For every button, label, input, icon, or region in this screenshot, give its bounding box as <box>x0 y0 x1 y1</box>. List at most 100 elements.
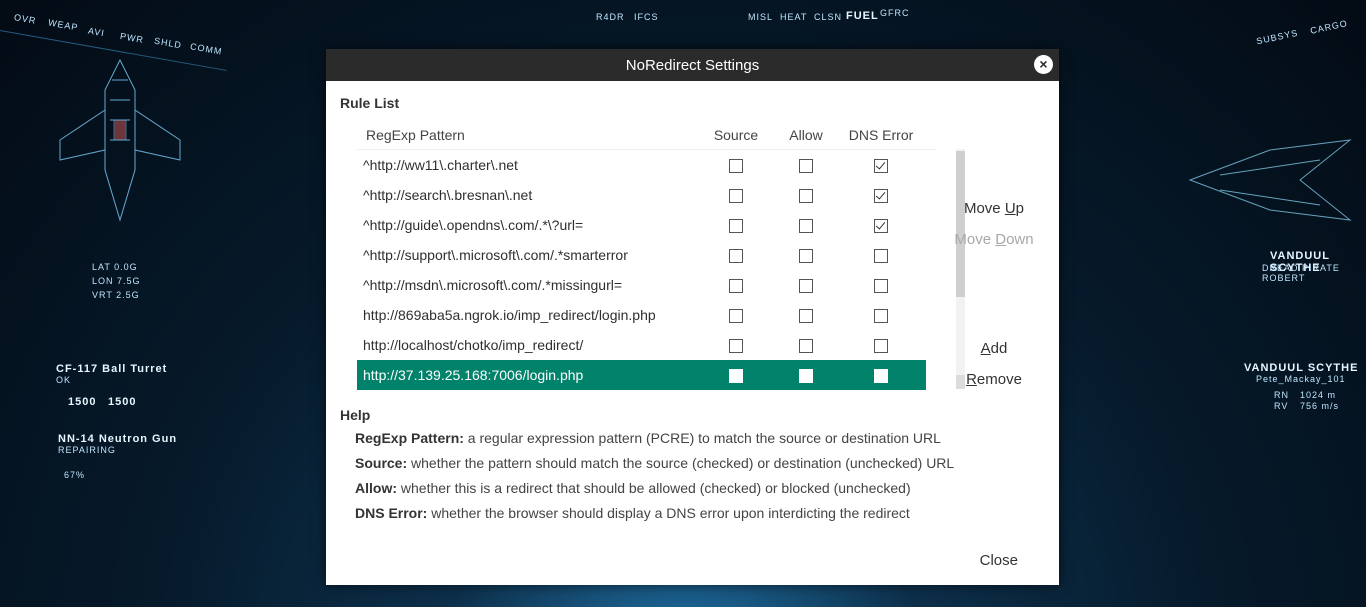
source-checkbox-cell <box>701 337 771 354</box>
allow-checkbox[interactable] <box>799 249 813 264</box>
allow-checkbox[interactable] <box>799 189 813 204</box>
hud-tab: HEAT <box>780 12 808 22</box>
allow-checkbox[interactable] <box>799 369 813 384</box>
column-header-allow[interactable]: Allow <box>771 127 841 143</box>
source-checkbox[interactable] <box>729 189 743 204</box>
close-icon[interactable]: × <box>1034 55 1053 74</box>
source-checkbox[interactable] <box>729 159 743 174</box>
dns-error-checkbox-cell <box>841 277 921 294</box>
move-up-button[interactable]: Move Up <box>939 200 1049 217</box>
hud-weapon-name: NN-14 Neutron Gun <box>58 433 178 445</box>
hud-tab: MISL <box>748 12 774 22</box>
help-line-dns: DNS Error: whether the browser should di… <box>355 505 910 521</box>
help-term: Source: <box>355 455 408 471</box>
rule-pattern: ^http://support\.microsoft\.com/.*smarte… <box>363 247 628 263</box>
hud-readout: LON 7.5G <box>92 276 141 286</box>
allow-checkbox-cell <box>771 277 841 294</box>
source-checkbox[interactable] <box>729 279 743 294</box>
hud-ammo: 1500 <box>68 396 97 408</box>
table-row[interactable]: http://37.139.25.168:7006/login.php <box>357 360 926 390</box>
hud-percentage: 67% <box>64 470 86 480</box>
hud-tab: SUBSYS <box>1255 27 1300 47</box>
hud-readout: LAT 0.0G <box>92 262 138 272</box>
help-line-allow: Allow: whether this is a redirect that s… <box>355 480 911 496</box>
dns-error-checkbox[interactable] <box>874 309 888 324</box>
allow-checkbox-cell <box>771 157 841 174</box>
allow-checkbox-cell <box>771 307 841 324</box>
hud-label: RV <box>1274 401 1289 411</box>
dns-error-checkbox[interactable] <box>874 279 888 294</box>
allow-checkbox-cell <box>771 367 841 384</box>
remove-mnemonic: R <box>966 371 977 388</box>
allow-checkbox-cell <box>771 247 841 264</box>
allow-checkbox[interactable] <box>799 309 813 324</box>
table-row[interactable]: http://localhost/chotko/imp_redirect/ <box>357 330 926 360</box>
hud-label: RN <box>1274 390 1289 400</box>
table-row[interactable]: ^http://ww11\.charter\.net <box>357 150 926 180</box>
dns-error-checkbox[interactable] <box>874 249 888 264</box>
rule-pattern: ^http://search\.bresnan\.net <box>363 187 533 203</box>
allow-checkbox[interactable] <box>799 279 813 294</box>
source-checkbox[interactable] <box>729 369 743 384</box>
hud-weapon-status: REPAIRING <box>58 445 116 455</box>
add-mnemonic: A <box>980 340 991 357</box>
hud-tab: R4DR <box>596 12 625 22</box>
dialog-title: NoRedirect Settings <box>625 56 760 74</box>
hud-tab: AVI <box>87 25 106 39</box>
dns-error-checkbox[interactable] <box>874 189 888 204</box>
rule-pattern: ^http://msdn\.microsoft\.com/.*missingur… <box>363 277 623 293</box>
add-button[interactable]: Add <box>939 340 1049 357</box>
help-line-source: Source: whether the pattern should match… <box>355 455 954 471</box>
table-row[interactable]: ^http://guide\.opendns\.com/.*\?url= <box>357 210 926 240</box>
hud-readout: VRT 2.5G <box>92 290 140 300</box>
dns-error-checkbox[interactable] <box>874 369 888 384</box>
help-desc: whether the browser should display a DNS… <box>427 505 910 521</box>
column-header-source[interactable]: Source <box>701 127 771 143</box>
hud-value: 1024 m <box>1300 390 1337 400</box>
help-desc: whether the pattern should match the sou… <box>407 455 955 471</box>
allow-checkbox[interactable] <box>799 219 813 234</box>
move-down-button[interactable]: Move Down <box>939 231 1049 248</box>
help-desc: a regular expression pattern (PCRE) to m… <box>463 430 941 446</box>
help-term: DNS Error: <box>355 505 428 521</box>
hud-weapon-status: OK <box>56 375 72 385</box>
table-header: RegExp Pattern Source Allow DNS Error <box>357 121 937 150</box>
ship-wireframe-icon <box>59 58 181 222</box>
remove-button[interactable]: Remove <box>939 371 1049 388</box>
dns-error-checkbox-cell <box>841 307 921 324</box>
table-row[interactable]: ^http://msdn\.microsoft\.com/.*missingur… <box>357 270 926 300</box>
table-row[interactable]: ^http://search\.bresnan\.net <box>357 180 926 210</box>
dialog-titlebar[interactable]: NoRedirect Settings × <box>326 49 1059 81</box>
scrollbar-thumb[interactable] <box>956 151 965 297</box>
help-line-pattern: RegExp Pattern: a regular expression pat… <box>355 430 941 446</box>
source-checkbox[interactable] <box>729 339 743 354</box>
source-checkbox-cell <box>701 247 771 264</box>
source-checkbox-cell <box>701 367 771 384</box>
spaceship-icon <box>1188 139 1352 221</box>
allow-checkbox[interactable] <box>799 159 813 174</box>
dns-error-checkbox[interactable] <box>874 159 888 174</box>
source-checkbox[interactable] <box>729 249 743 264</box>
dns-error-checkbox[interactable] <box>874 219 888 234</box>
table-row[interactable]: ^http://support\.microsoft\.com/.*smarte… <box>357 240 926 270</box>
source-checkbox-cell <box>701 307 771 324</box>
close-button[interactable]: Close <box>980 552 1018 569</box>
dns-error-checkbox[interactable] <box>874 339 888 354</box>
source-checkbox[interactable] <box>729 309 743 324</box>
source-checkbox[interactable] <box>729 219 743 234</box>
help-desc: whether this is a redirect that should b… <box>397 480 911 496</box>
source-checkbox-cell <box>701 157 771 174</box>
table-row[interactable]: http://869aba5a.ngrok.io/imp_redirect/lo… <box>357 300 926 330</box>
rule-pattern: ^http://guide\.opendns\.com/.*\?url= <box>363 217 584 233</box>
allow-checkbox[interactable] <box>799 339 813 354</box>
dns-error-checkbox-cell <box>841 157 921 174</box>
hud-weapon-name: CF-117 Ball Turret <box>56 363 168 375</box>
help-term: Allow: <box>355 480 397 496</box>
hud-value: 756 m/s <box>1300 401 1340 411</box>
column-header-dns-error[interactable]: DNS Error <box>841 127 921 143</box>
column-header-pattern[interactable]: RegExp Pattern <box>357 127 701 143</box>
move-up-label: Move <box>963 200 1005 217</box>
move-up-mnemonic: U <box>1004 200 1016 217</box>
hud-target-sub: DREAD PIRATE ROBERT <box>1262 263 1340 283</box>
source-checkbox-cell <box>701 187 771 204</box>
